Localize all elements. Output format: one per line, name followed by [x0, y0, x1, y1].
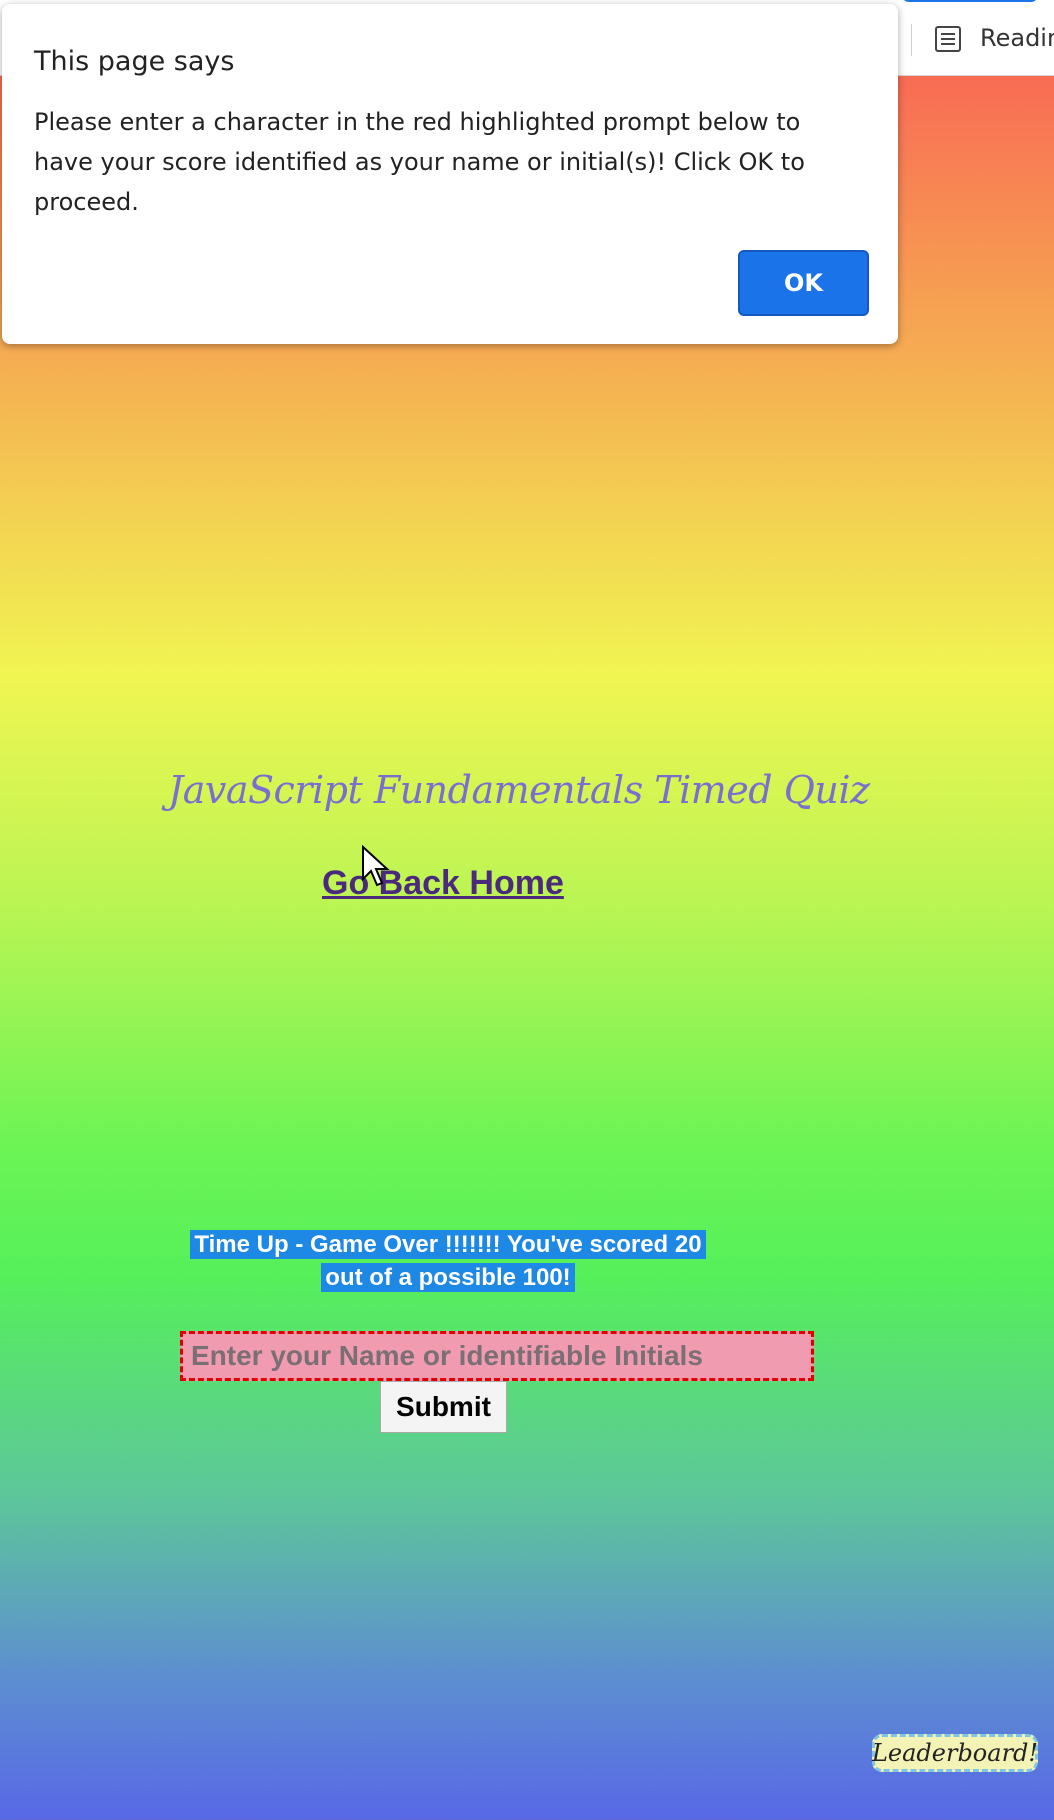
alert-dialog: This page says Please enter a character …	[2, 4, 898, 344]
go-back-home-link[interactable]: Go Back Home	[322, 864, 564, 903]
browser-profile-button[interactable]	[902, 0, 1038, 2]
score-line-1: Time Up - Game Over !!!!!!! You've score…	[190, 1230, 706, 1259]
quiz-title: JavaScript Fundamentals Timed Quiz	[168, 768, 870, 812]
submit-button[interactable]: Submit	[380, 1381, 507, 1433]
dialog-title: This page says	[34, 46, 235, 77]
dialog-message: Please enter a character in the red high…	[34, 108, 805, 216]
name-initials-input[interactable]	[180, 1331, 814, 1381]
reading-list-icon[interactable]	[935, 26, 961, 52]
toolbar-divider	[911, 24, 912, 56]
reading-list-label[interactable]: Readin	[980, 24, 1054, 52]
score-line-2: out of a possible 100!	[321, 1263, 575, 1292]
leaderboard-button[interactable]: Leaderboard!	[872, 1734, 1038, 1772]
ok-button[interactable]: OK	[738, 250, 869, 316]
score-message: Time Up - Game Over !!!!!!! You've score…	[183, 1228, 713, 1294]
